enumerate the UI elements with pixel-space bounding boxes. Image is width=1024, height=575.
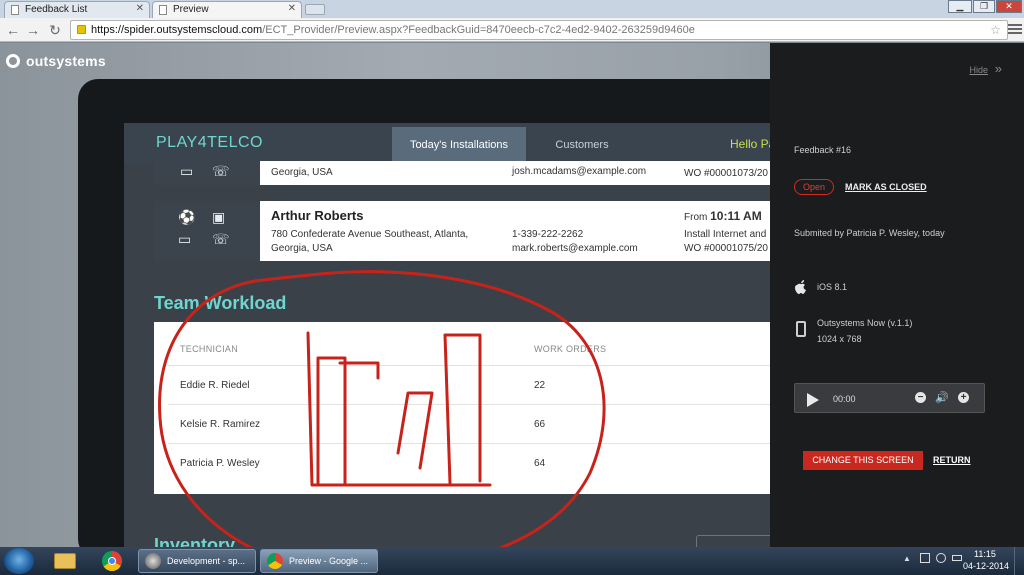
address-bar[interactable]: https://spider.outsystemscloud.com/ECT_P… (70, 20, 1008, 40)
card-wo: WO #00001073/20 (684, 168, 768, 179)
player-time: 00:00 (833, 394, 856, 404)
file-explorer-icon[interactable] (46, 549, 86, 573)
page-icon (159, 5, 167, 15)
show-desktop-button[interactable] (1014, 547, 1024, 575)
phone-icon: ☏ (212, 231, 230, 247)
taskbar-item-preview[interactable]: Preview - Google ... (260, 549, 378, 573)
page-icon (11, 5, 19, 15)
taskbar: Development - sp... Preview - Google ...… (0, 547, 1024, 575)
browser-tab-strip: Feedback List ✕ Preview ✕ ▁ ❐ ✕ (0, 0, 1024, 18)
card-address: Georgia, USA (271, 167, 333, 178)
secure-icon (77, 25, 86, 34)
return-link[interactable]: RETURN (933, 455, 971, 465)
play-icon[interactable] (807, 393, 819, 407)
app-logo: PLAY4TELCO (156, 134, 263, 151)
apple-icon (795, 280, 806, 294)
monitor-icon: ▭ (180, 163, 194, 179)
tablet-icon (796, 321, 806, 337)
browser-menu-icon[interactable] (1008, 22, 1022, 36)
internet-icon: ⚽ (178, 209, 196, 225)
show-hidden-icons[interactable]: ▲ (903, 554, 911, 563)
device-app-version: Outsystems Now (v.1.1) (817, 318, 913, 328)
annotation-circle (158, 270, 606, 547)
installation-card[interactable]: ▭ ☏ Georgia, USA josh.mcadams@example.co… (154, 161, 774, 185)
from-time: 10:11 AM (710, 209, 762, 223)
inventory-control[interactable] (696, 535, 774, 547)
annotation-bar-chart (306, 331, 492, 487)
status-badge: Open (794, 179, 834, 195)
tab-todays-installations[interactable]: Today's Installations (392, 127, 526, 163)
double-chevron-right-icon[interactable]: » (995, 61, 1002, 76)
app-header: PLAY4TELCO Today's Installations Custome… (124, 123, 774, 163)
battery-icon[interactable] (952, 555, 962, 561)
close-window-button[interactable]: ✕ (996, 0, 1022, 13)
url-host: https://spider.outsystemscloud.com (91, 24, 263, 36)
close-tab-icon[interactable]: ✕ (288, 3, 296, 14)
customer-name: Arthur Roberts (271, 208, 364, 223)
device-resolution: 1024 x 768 (817, 334, 862, 344)
disc-icon (145, 553, 161, 569)
phone-icon: ☏ (212, 163, 230, 179)
greeting: Hello Pa (730, 137, 774, 151)
mark-as-closed-link[interactable]: MARK AS CLOSED (845, 182, 927, 192)
reload-icon[interactable]: ↻ (46, 21, 64, 39)
start-button[interactable] (4, 548, 34, 574)
hide-panel-link[interactable]: Hide (969, 65, 988, 75)
card-phone: 1-339-222-2262 (512, 229, 584, 240)
close-tab-icon[interactable]: ✕ (136, 3, 144, 14)
from-label: From (684, 212, 708, 223)
speaker-icon[interactable] (936, 553, 946, 563)
outsystems-logo: outsystems (6, 53, 106, 69)
tv-icon: ▣ (212, 209, 226, 225)
bookmark-star-icon[interactable]: ☆ (990, 21, 1001, 39)
feedback-title: Feedback #16 (794, 145, 852, 155)
minimize-button[interactable]: ▁ (948, 0, 972, 13)
maximize-button[interactable]: ❐ (973, 0, 995, 13)
clock-date[interactable]: 04-12-2014 (963, 561, 1009, 571)
chrome-icon (267, 553, 283, 569)
volume-down-icon[interactable]: − (915, 392, 926, 403)
os-version: iOS 8.1 (817, 282, 848, 292)
tab-title: Feedback List (25, 4, 88, 15)
card-service: Install Internet and (684, 229, 767, 240)
chrome-icon[interactable] (92, 549, 132, 573)
tab-preview[interactable]: Preview ✕ (152, 1, 302, 18)
card-email: josh.mcadams@example.com (512, 166, 647, 177)
feedback-annotation-drawing (158, 270, 606, 547)
new-tab-button[interactable] (305, 4, 325, 15)
audio-player: 00:00 − 🔊 + (794, 383, 985, 413)
installation-card[interactable]: ⚽ ▣ ▭ ☏ Arthur Roberts 780 Confederate A… (154, 201, 774, 261)
tab-customers[interactable]: Customers (532, 127, 632, 163)
monitor-icon: ▭ (178, 231, 192, 247)
network-icon[interactable] (920, 553, 930, 563)
volume-up-icon[interactable]: + (958, 392, 969, 403)
tab-feedback-list[interactable]: Feedback List ✕ (4, 1, 150, 18)
submitted-by: Submited by Patricia P. Wesley, today (794, 228, 945, 238)
tab-title: Preview (173, 4, 209, 15)
card-address-line1: 780 Confederate Avenue Southeast, Atlant… (271, 229, 469, 240)
taskbar-item-development[interactable]: Development - sp... (138, 549, 256, 573)
card-wo: WO #00001075/20 (684, 243, 768, 254)
change-screen-button[interactable]: CHANGE THIS SCREEN (803, 451, 923, 470)
volume-icon[interactable]: 🔊 (935, 391, 949, 404)
forward-icon[interactable]: → (24, 21, 42, 39)
feedback-panel: Hide » Feedback #16 Open MARK AS CLOSED … (770, 43, 1024, 547)
browser-toolbar: ← → ↻ https://spider.outsystemscloud.com… (0, 18, 1024, 42)
back-icon[interactable]: ← (4, 21, 22, 39)
clock-time[interactable]: 11:15 (974, 549, 996, 559)
url-path: /ECT_Provider/Preview.aspx?FeedbackGuid=… (262, 24, 695, 36)
